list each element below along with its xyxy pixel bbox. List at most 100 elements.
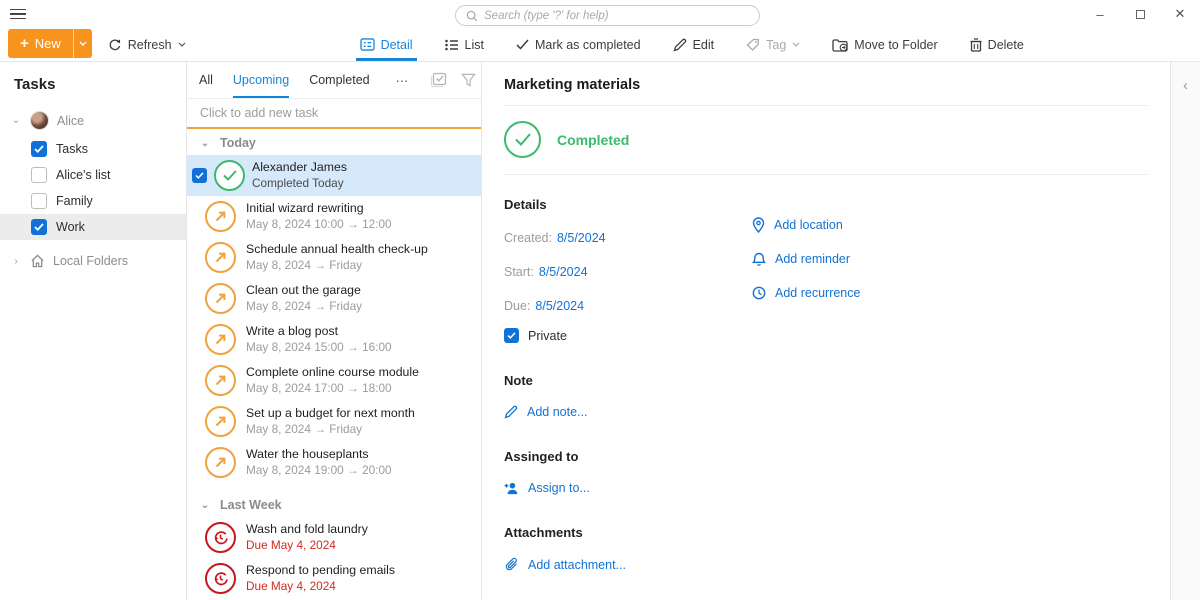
- created-date-value[interactable]: 8/5/2024: [557, 231, 606, 245]
- sidebar-item-work[interactable]: Work: [0, 214, 186, 240]
- task-title: Write a blog post: [246, 324, 392, 339]
- task-row[interactable]: Clean out the garageMay 8, 2024 → Friday: [187, 278, 481, 319]
- start-date-value[interactable]: 8/5/2024: [539, 265, 588, 279]
- new-dropdown-arrow[interactable]: [73, 29, 92, 58]
- start-field: Start: 8/5/2024: [504, 263, 752, 280]
- task-row[interactable]: Set up a budget for next monthMay 8, 202…: [187, 401, 481, 442]
- trash-icon: [970, 38, 982, 52]
- task-filter-tabs: All Upcoming Completed ⋯: [187, 62, 481, 99]
- task-row[interactable]: Alexander JamesCompleted Today: [187, 155, 481, 196]
- task-subtitle: May 8, 2024 19:00 → 20:00: [246, 463, 392, 478]
- right-panel-collapse-strip: ‹: [1171, 62, 1200, 600]
- checkbox-checked-icon[interactable]: [31, 219, 47, 235]
- paperclip-icon: [504, 557, 519, 572]
- task-row[interactable]: Respond to pending emailsDue May 4, 2024: [187, 558, 481, 599]
- sidebar-item-local-folders[interactable]: › Local Folders: [0, 244, 186, 278]
- window-controls: – ✕: [1080, 0, 1200, 28]
- assign-to-button[interactable]: Assign to...: [504, 481, 1148, 495]
- task-row[interactable]: Schedule annual health check-upMay 8, 20…: [187, 237, 481, 278]
- task-row[interactable]: Complete online course moduleMay 8, 2024…: [187, 360, 481, 401]
- search-icon: [466, 10, 478, 22]
- chevron-down-icon: ⌄: [199, 138, 211, 149]
- task-upcoming-icon: [205, 201, 236, 232]
- mark-as-completed-button[interactable]: Mark as completed: [512, 28, 645, 61]
- close-button[interactable]: ✕: [1160, 0, 1200, 28]
- checkbox-unchecked-icon[interactable]: [31, 193, 47, 209]
- group-header-today[interactable]: ⌄ Today: [187, 129, 481, 155]
- add-note-button[interactable]: Add note...: [504, 405, 1148, 419]
- add-location-button[interactable]: Add location: [752, 216, 860, 234]
- sidebar-item-label: Tasks: [56, 142, 88, 156]
- list-view-tab[interactable]: List: [441, 28, 488, 61]
- task-title: Wash and fold laundry: [246, 522, 368, 537]
- due-field: Due: 8/5/2024: [504, 297, 752, 314]
- refresh-button[interactable]: Refresh: [104, 28, 190, 61]
- task-subtitle: May 8, 2024 15:00 → 16:00: [246, 340, 392, 355]
- search-box[interactable]: [455, 5, 760, 26]
- private-checkbox-row[interactable]: Private: [504, 328, 752, 343]
- sidebar-item-label: Work: [56, 220, 85, 234]
- filter-icon[interactable]: [461, 73, 476, 88]
- group-header-last-week[interactable]: ⌄ Last Week: [187, 491, 481, 517]
- collapse-chevron-left-icon[interactable]: ‹: [1183, 78, 1188, 600]
- assigned-to-heading: Assinged to: [504, 449, 1148, 464]
- task-upcoming-icon: [205, 447, 236, 478]
- sidebar-item-family[interactable]: Family: [0, 188, 186, 214]
- tab-all[interactable]: All: [199, 62, 213, 98]
- task-list: ⌄ Today Alexander JamesCompleted Today I…: [187, 129, 481, 600]
- list-view-label: List: [465, 38, 484, 52]
- tab-upcoming[interactable]: Upcoming: [233, 62, 289, 98]
- delete-button[interactable]: Delete: [966, 28, 1028, 61]
- task-upcoming-icon: [205, 406, 236, 437]
- checkbox-checked-icon[interactable]: [31, 141, 47, 157]
- task-upcoming-icon: [205, 365, 236, 396]
- add-new-task-input[interactable]: Click to add new task: [187, 99, 481, 129]
- minimize-button[interactable]: –: [1080, 0, 1120, 28]
- tab-completed[interactable]: Completed: [309, 62, 369, 98]
- note-heading: Note: [504, 373, 1148, 388]
- hamburger-menu-icon[interactable]: [10, 5, 36, 23]
- task-row[interactable]: Initial wizard rewritingMay 8, 2024 10:0…: [187, 196, 481, 237]
- location-pin-icon: [752, 217, 765, 233]
- sidebar-item-alices-list[interactable]: Alice's list: [0, 162, 186, 188]
- task-title: Schedule annual health check-up: [246, 242, 428, 257]
- tag-button[interactable]: Tag: [742, 28, 804, 61]
- title-bar: – ✕: [0, 0, 1200, 28]
- details-heading: Details: [504, 197, 752, 212]
- add-attachment-button[interactable]: Add attachment...: [504, 557, 1148, 572]
- sidebar-item-tasks[interactable]: Tasks: [0, 136, 186, 162]
- more-options-icon[interactable]: ⋯: [396, 62, 411, 98]
- clock-icon: [752, 286, 766, 300]
- due-date-value[interactable]: 8/5/2024: [535, 299, 584, 313]
- account-row-alice[interactable]: ⌄ Alice: [0, 105, 186, 136]
- task-detail-pane: Marketing materials Completed Details Cr…: [482, 62, 1171, 600]
- avatar: [30, 111, 49, 130]
- edit-button[interactable]: Edit: [669, 28, 719, 61]
- add-reminder-button[interactable]: Add reminder: [752, 250, 860, 268]
- chevron-down-icon: ⌄: [10, 115, 22, 126]
- checkbox-unchecked-icon[interactable]: [31, 167, 47, 183]
- task-overdue-icon: [205, 563, 236, 594]
- task-row[interactable]: Wash and fold laundryDue May 4, 2024: [187, 517, 481, 558]
- task-row[interactable]: Write a blog postMay 8, 2024 15:00 → 16:…: [187, 319, 481, 360]
- folders-sidebar: Tasks ⌄ Alice Tasks Alice's list Family …: [0, 62, 187, 600]
- move-to-folder-button[interactable]: Move to Folder: [828, 28, 941, 61]
- checkbox-checked-icon[interactable]: [504, 328, 519, 343]
- maximize-button[interactable]: [1120, 0, 1160, 28]
- tag-icon: [746, 38, 760, 52]
- task-row[interactable]: Water the houseplantsMay 8, 2024 19:00 →…: [187, 442, 481, 483]
- task-title: Water the houseplants: [246, 447, 392, 462]
- chevron-down-icon: [178, 42, 186, 47]
- task-subtitle: Due May 4, 2024: [246, 579, 395, 594]
- plus-icon: +: [20, 36, 29, 51]
- task-title: Respond to pending emails: [246, 563, 395, 578]
- detail-view-tab[interactable]: Detail: [356, 28, 417, 61]
- bell-icon: [752, 252, 766, 267]
- add-recurrence-button[interactable]: Add recurrence: [752, 284, 860, 302]
- select-all-icon[interactable]: [430, 72, 447, 88]
- toolbar: +New Refresh Detail List Mark as complet…: [0, 28, 1200, 62]
- task-checkbox-checked-icon[interactable]: [192, 168, 207, 183]
- new-button[interactable]: +New: [8, 29, 92, 58]
- move-to-folder-icon: [832, 38, 848, 52]
- search-input[interactable]: [484, 10, 749, 22]
